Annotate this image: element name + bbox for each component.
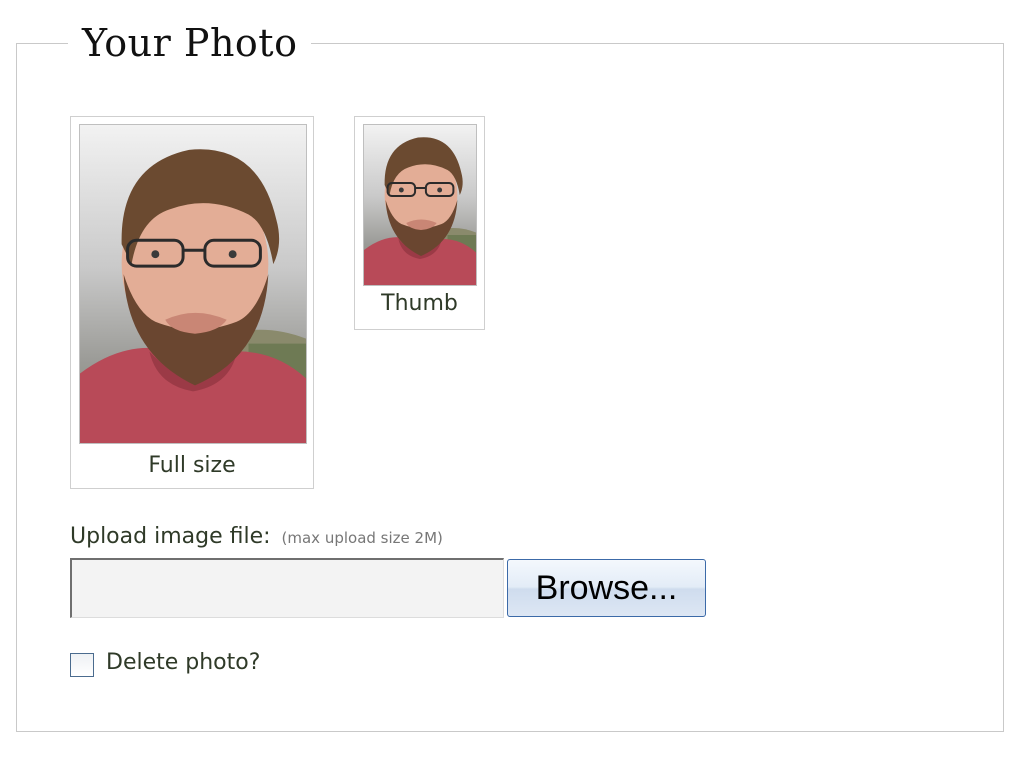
photo-settings-page: Your Photo Full size Thumb Upload image … (0, 0, 1020, 764)
upload-label: Upload image file: (max upload size 2M) (70, 524, 443, 549)
portrait-photo-icon (80, 125, 306, 443)
browse-button[interactable]: Browse... (507, 559, 706, 617)
thumb-photo-card: Thumb (354, 116, 485, 330)
full-size-caption: Full size (148, 453, 236, 478)
thumb-photo (363, 124, 477, 286)
file-path-input[interactable] (70, 558, 504, 618)
portrait-photo-icon (364, 125, 476, 285)
delete-photo-checkbox[interactable] (70, 653, 94, 677)
full-size-photo-card: Full size (70, 116, 314, 489)
upload-size-hint: (max upload size 2M) (281, 529, 443, 547)
thumb-caption: Thumb (381, 291, 458, 316)
upload-label-text: Upload image file: (70, 524, 271, 549)
section-title: Your Photo (68, 18, 312, 68)
delete-photo-label[interactable]: Delete photo? (106, 650, 260, 675)
full-size-photo (79, 124, 307, 444)
